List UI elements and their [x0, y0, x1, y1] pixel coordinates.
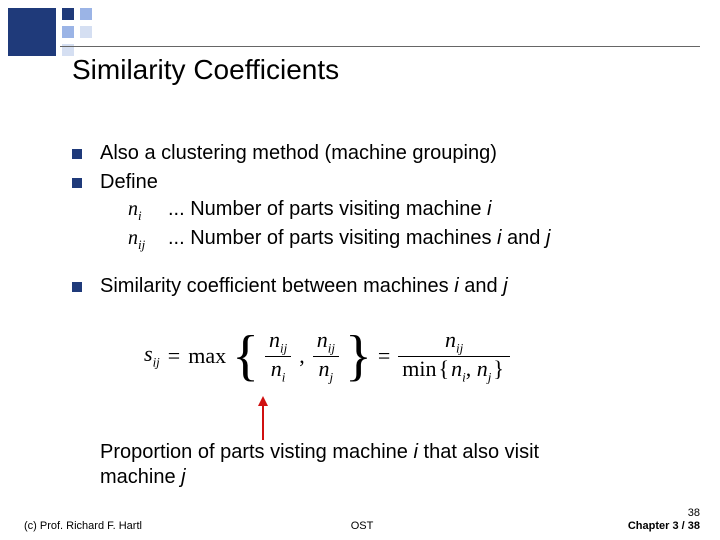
bullet-icon	[72, 282, 82, 292]
formula-caption: Proportion of parts visting machine i th…	[100, 440, 610, 490]
bullet-text: Define ni ... Number of parts visiting m…	[100, 169, 680, 253]
arrow-annotation-icon	[256, 396, 270, 440]
bullet-text: Similarity coefficient between machines …	[100, 273, 680, 300]
page-number-small: 38	[628, 507, 700, 519]
definition-row: nij ... Number of parts visiting machine…	[128, 225, 680, 254]
bullet-item: Similarity coefficient between machines …	[72, 273, 680, 300]
bullet-text: Also a clustering method (machine groupi…	[100, 140, 680, 167]
formula: sij = max { nij ni , nij nj } = nij min{…	[140, 328, 514, 384]
slide-body: Also a clustering method (machine groupi…	[72, 140, 680, 302]
footer-center: OST	[24, 520, 700, 532]
title-rule	[60, 46, 700, 47]
symbol-nij: nij	[128, 225, 168, 254]
slide-title: Similarity Coefficients	[72, 54, 339, 86]
definition-text: ... Number of parts visiting machine i	[168, 196, 491, 225]
slide-footer: (c) Prof. Richard F. Hartl OST 38 Chapte…	[24, 507, 700, 532]
bullet-icon	[72, 178, 82, 188]
bullet-item: Define ni ... Number of parts visiting m…	[72, 169, 680, 253]
bullet-icon	[72, 149, 82, 159]
bullet-item: Also a clustering method (machine groupi…	[72, 140, 680, 167]
symbol-ni: ni	[128, 196, 168, 225]
define-label: Define	[100, 171, 158, 193]
definition-row: ni ... Number of parts visiting machine …	[128, 196, 680, 225]
definition-text: ... Number of parts visiting machines i …	[168, 225, 550, 254]
